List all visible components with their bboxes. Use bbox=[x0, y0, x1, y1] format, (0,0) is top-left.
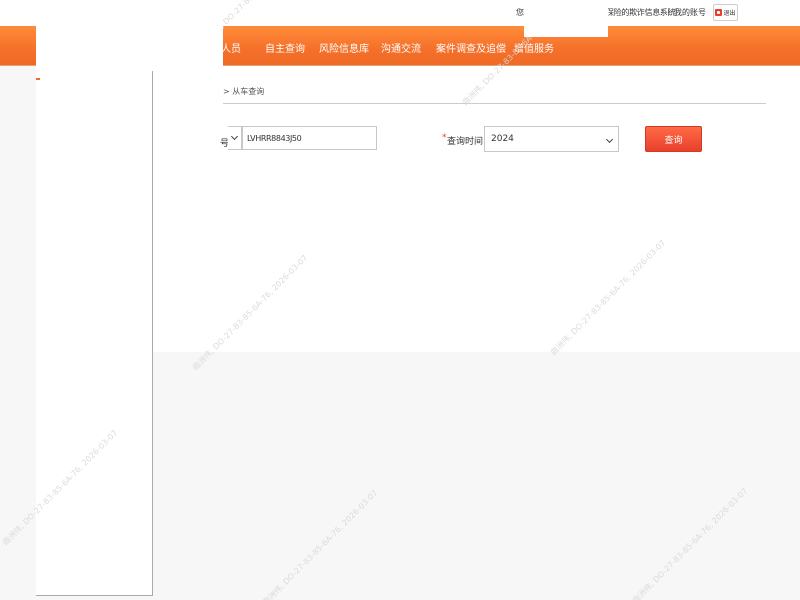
required-mark: * bbox=[442, 133, 447, 143]
vin-input[interactable] bbox=[242, 126, 377, 150]
system-link[interactable]: 保险的欺诈信息系统 bbox=[606, 7, 676, 18]
query-time-value: 2024 bbox=[491, 134, 514, 144]
watermark-text: 曲洲伟, DO-27-83-85-6A-76, 2026-03-07 bbox=[630, 486, 750, 600]
nav-item-value-added[interactable]: 增值服务 bbox=[514, 40, 554, 55]
query-time-select[interactable]: 2024 bbox=[484, 126, 619, 152]
breadcrumb-divider bbox=[223, 103, 766, 104]
logout-button[interactable]: 退出 bbox=[713, 4, 738, 21]
redacted-username bbox=[524, 0, 608, 37]
topbar-separator: | bbox=[667, 7, 670, 16]
nav-item-risk-db[interactable]: 风险信息库 bbox=[319, 40, 369, 55]
nav-item-personnel[interactable]: 人员 bbox=[221, 40, 241, 55]
top-bar: 您 保险的欺诈信息系统 | 我的账号 退出 bbox=[0, 0, 800, 37]
redaction-mask bbox=[297, 118, 317, 126]
sidebar-accent bbox=[36, 78, 40, 80]
breadcrumb: > 从车查询 bbox=[223, 87, 265, 96]
watermark-text: 曲洲伟, DO-27-83-85-6A-76, 2026-03-07 bbox=[260, 488, 380, 600]
query-time-label: 查询时间: bbox=[447, 137, 487, 147]
chevron-down-icon bbox=[230, 132, 239, 141]
query-button[interactable]: 查询 bbox=[645, 126, 702, 152]
logout-icon bbox=[715, 9, 723, 16]
nav-item-case-investigation[interactable]: 案件调查及追偿 bbox=[436, 40, 506, 55]
left-sidebar bbox=[36, 66, 153, 596]
chevron-down-icon bbox=[605, 135, 614, 144]
query-type-select[interactable] bbox=[228, 126, 242, 150]
my-account-link[interactable]: 我的账号 bbox=[674, 7, 706, 18]
greeting-text: 您 bbox=[516, 8, 524, 17]
logout-label: 退出 bbox=[723, 10, 736, 17]
nav-item-self-query[interactable]: 自主查询 bbox=[265, 40, 305, 55]
redacted-logo-area bbox=[36, 26, 223, 71]
nav-item-communication[interactable]: 沟通交流 bbox=[381, 40, 421, 55]
main-content: > 从车查询 号 * 查询时间: 2024 查询 bbox=[153, 66, 800, 352]
